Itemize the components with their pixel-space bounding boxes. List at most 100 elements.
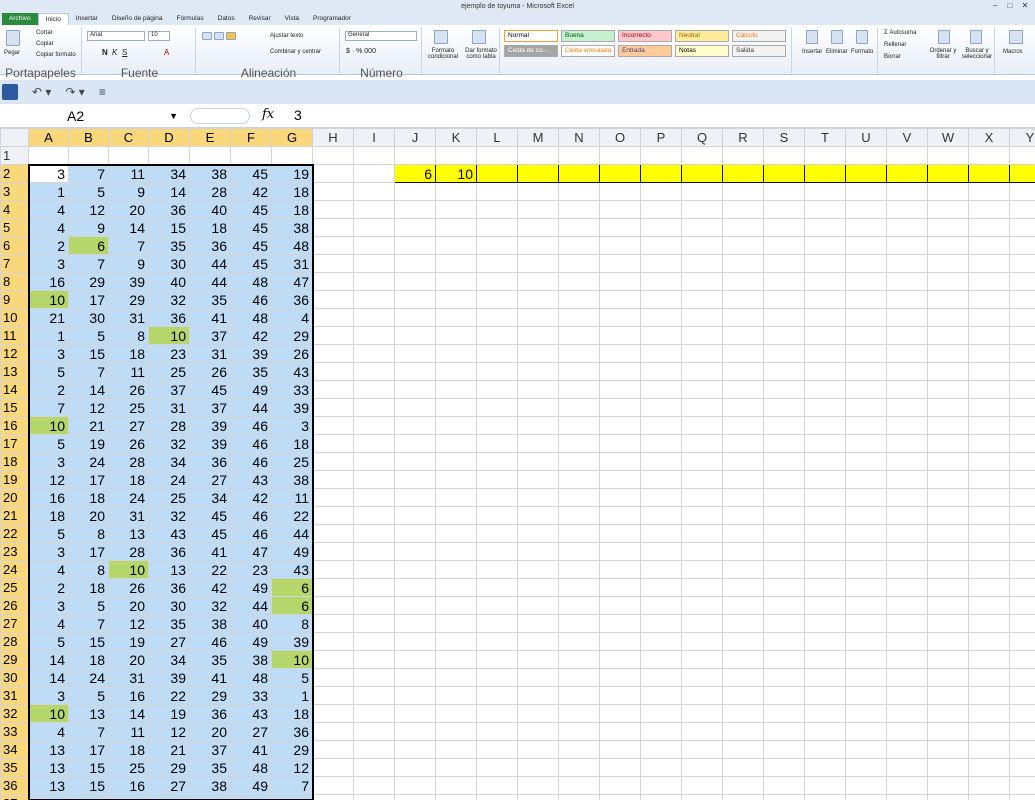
cell-K7[interactable] bbox=[435, 254, 477, 273]
cell-G31[interactable]: 1 bbox=[271, 686, 313, 705]
cell-I19[interactable] bbox=[353, 470, 395, 489]
cell-Q17[interactable] bbox=[681, 434, 723, 453]
cell-E19[interactable]: 27 bbox=[189, 470, 231, 489]
cell-D5[interactable]: 15 bbox=[148, 218, 190, 237]
cell-I34[interactable] bbox=[353, 740, 395, 759]
cell-J22[interactable] bbox=[394, 524, 436, 543]
cell-Y33[interactable] bbox=[1009, 722, 1035, 741]
cell-J30[interactable] bbox=[394, 668, 436, 687]
cell-E27[interactable]: 38 bbox=[189, 614, 231, 633]
cell-K9[interactable] bbox=[435, 290, 477, 309]
insert-function-icon[interactable]: fx bbox=[262, 107, 274, 122]
sort-filter-button[interactable]: Ordenar y filtrar bbox=[926, 48, 960, 60]
cell-D4[interactable]: 36 bbox=[148, 200, 190, 219]
cell-M8[interactable] bbox=[517, 272, 559, 291]
cell-E37[interactable]: 25 bbox=[189, 794, 231, 800]
cell-M10[interactable] bbox=[517, 308, 559, 327]
number-format-select[interactable]: General bbox=[345, 31, 417, 41]
cell-O37[interactable] bbox=[599, 794, 641, 800]
cell-B33[interactable]: 7 bbox=[68, 722, 109, 741]
cell-X29[interactable] bbox=[968, 650, 1010, 669]
cell-M34[interactable] bbox=[517, 740, 559, 759]
cell-C3[interactable]: 9 bbox=[108, 182, 149, 201]
cell-S18[interactable] bbox=[763, 452, 805, 471]
cell-Y7[interactable] bbox=[1009, 254, 1035, 273]
cell-Q14[interactable] bbox=[681, 380, 723, 399]
wrap-text-button[interactable]: Ajustar texto bbox=[270, 33, 303, 39]
column-header-M[interactable]: M bbox=[517, 128, 559, 147]
cell-N20[interactable] bbox=[558, 488, 600, 507]
cell-O17[interactable] bbox=[599, 434, 641, 453]
cell-B29[interactable]: 18 bbox=[68, 650, 109, 669]
column-header-B[interactable]: B bbox=[68, 128, 109, 147]
cell-D34[interactable]: 21 bbox=[148, 740, 190, 759]
cell-V17[interactable] bbox=[886, 434, 928, 453]
cell-U36[interactable] bbox=[845, 776, 887, 795]
cell-H11[interactable] bbox=[312, 326, 354, 345]
cell-E6[interactable]: 36 bbox=[189, 236, 231, 255]
cell-style-1[interactable]: Buena bbox=[561, 30, 615, 42]
row-header[interactable]: 37 bbox=[0, 794, 29, 800]
cell-G6[interactable]: 48 bbox=[271, 236, 313, 255]
cell-R32[interactable] bbox=[722, 704, 764, 723]
cell-B20[interactable]: 18 bbox=[68, 488, 109, 507]
cell-U5[interactable] bbox=[845, 218, 887, 237]
cell-F18[interactable]: 46 bbox=[230, 452, 272, 471]
cell-U18[interactable] bbox=[845, 452, 887, 471]
cell-W23[interactable] bbox=[927, 542, 969, 561]
cell-D3[interactable]: 14 bbox=[148, 182, 190, 201]
cell-Y22[interactable] bbox=[1009, 524, 1035, 543]
cell-V32[interactable] bbox=[886, 704, 928, 723]
cell-X25[interactable] bbox=[968, 578, 1010, 597]
cell-C20[interactable]: 24 bbox=[108, 488, 149, 507]
cell-E2[interactable]: 38 bbox=[189, 164, 231, 183]
cell-C22[interactable]: 13 bbox=[108, 524, 149, 543]
cell-V22[interactable] bbox=[886, 524, 928, 543]
cell-S36[interactable] bbox=[763, 776, 805, 795]
autosum-button[interactable]: Σ Autosuma bbox=[884, 30, 916, 36]
cell-A30[interactable]: 14 bbox=[28, 668, 69, 687]
cell-E17[interactable]: 39 bbox=[189, 434, 231, 453]
row-header[interactable]: 2 bbox=[0, 164, 29, 183]
cell-style-9[interactable]: Salida bbox=[732, 45, 786, 57]
cell-D29[interactable]: 34 bbox=[148, 650, 190, 669]
cell-R30[interactable] bbox=[722, 668, 764, 687]
cell-K6[interactable] bbox=[435, 236, 477, 255]
cell-M9[interactable] bbox=[517, 290, 559, 309]
cell-J29[interactable] bbox=[394, 650, 436, 669]
cell-W4[interactable] bbox=[927, 200, 969, 219]
cell-T21[interactable] bbox=[804, 506, 846, 525]
cell-S7[interactable] bbox=[763, 254, 805, 273]
cell-L9[interactable] bbox=[476, 290, 518, 309]
cell-J19[interactable] bbox=[394, 470, 436, 489]
cell-G35[interactable]: 12 bbox=[271, 758, 313, 777]
cell-B18[interactable]: 24 bbox=[68, 452, 109, 471]
cell-M29[interactable] bbox=[517, 650, 559, 669]
cell-A13[interactable]: 5 bbox=[28, 362, 69, 381]
cell-A28[interactable]: 5 bbox=[28, 632, 69, 651]
cell-O20[interactable] bbox=[599, 488, 641, 507]
cell-U9[interactable] bbox=[845, 290, 887, 309]
cell-R18[interactable] bbox=[722, 452, 764, 471]
cell-H25[interactable] bbox=[312, 578, 354, 597]
cell-K33[interactable] bbox=[435, 722, 477, 741]
cell-B15[interactable]: 12 bbox=[68, 398, 109, 417]
cell-Q23[interactable] bbox=[681, 542, 723, 561]
cell-F30[interactable]: 48 bbox=[230, 668, 272, 687]
cell-U7[interactable] bbox=[845, 254, 887, 273]
cell-Y24[interactable] bbox=[1009, 560, 1035, 579]
cell-K22[interactable] bbox=[435, 524, 477, 543]
cell-Y28[interactable] bbox=[1009, 632, 1035, 651]
cell-A5[interactable]: 4 bbox=[28, 218, 69, 237]
cell-M25[interactable] bbox=[517, 578, 559, 597]
cell-M27[interactable] bbox=[517, 614, 559, 633]
cell-S27[interactable] bbox=[763, 614, 805, 633]
cell-G21[interactable]: 22 bbox=[271, 506, 313, 525]
cell-Q28[interactable] bbox=[681, 632, 723, 651]
cell-B35[interactable]: 15 bbox=[68, 758, 109, 777]
cell-H36[interactable] bbox=[312, 776, 354, 795]
column-header-J[interactable]: J bbox=[394, 128, 436, 147]
cell-Q20[interactable] bbox=[681, 488, 723, 507]
cell-F12[interactable]: 39 bbox=[230, 344, 272, 363]
cell-style-6[interactable]: Celda vinculada bbox=[561, 45, 615, 57]
